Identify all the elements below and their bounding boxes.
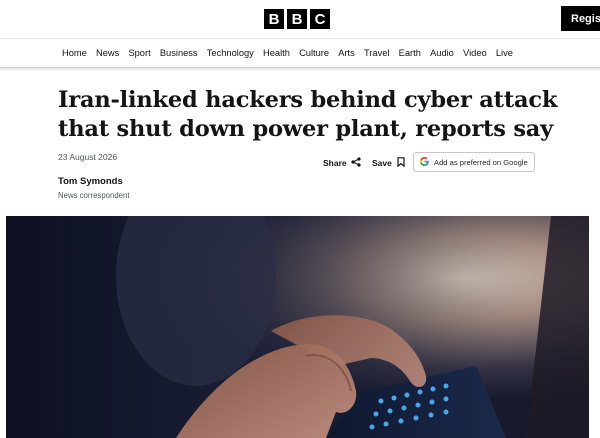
nav-item-sport[interactable]: Sport (128, 48, 150, 58)
share-icon (351, 157, 361, 169)
bbc-logo[interactable]: B B C (264, 9, 330, 29)
logo-letter: B (264, 9, 284, 29)
headline-line-1: Iran-linked hackers behind cyber attack (58, 87, 558, 113)
main-nav: Home News Sport Business Technology Heal… (0, 38, 600, 68)
add-preferred-google-button[interactable]: Add as preferred on Google (413, 152, 535, 172)
nav-item-live[interactable]: Live (496, 48, 513, 58)
google-button-label: Add as preferred on Google (434, 157, 528, 167)
nav-item-audio[interactable]: Audio (430, 48, 454, 58)
author-role: News correspondent (58, 191, 130, 200)
google-icon (419, 156, 429, 168)
headline-line-2: that shut down power plant, reports say (58, 116, 554, 142)
nav-item-arts[interactable]: Arts (338, 48, 355, 58)
nav-shadow (0, 68, 600, 72)
nav-item-earth[interactable]: Earth (399, 48, 421, 58)
nav-item-home[interactable]: Home (62, 48, 87, 58)
share-button[interactable]: Share (323, 157, 361, 169)
nav-item-health[interactable]: Health (263, 48, 290, 58)
nav-list: Home News Sport Business Technology Heal… (62, 39, 522, 67)
save-button[interactable]: Save (372, 157, 405, 169)
publish-date: 23 August 2026 (58, 152, 118, 162)
hands-typing-on-keyboard-icon (6, 216, 589, 438)
article-headline: Iran-linked hackers behind cyber attack … (58, 86, 578, 144)
hero-image (6, 216, 589, 438)
bookmark-icon (397, 157, 405, 169)
nav-item-video[interactable]: Video (463, 48, 487, 58)
nav-item-business[interactable]: Business (160, 48, 198, 58)
nav-item-travel[interactable]: Travel (364, 48, 390, 58)
top-bar: B B C Regist (0, 0, 600, 38)
nav-item-technology[interactable]: Technology (207, 48, 254, 58)
share-label: Share (323, 158, 347, 168)
nav-item-news[interactable]: News (96, 48, 119, 58)
logo-letter: B (287, 9, 307, 29)
nav-item-culture[interactable]: Culture (299, 48, 329, 58)
author-name[interactable]: Tom Symonds (58, 176, 123, 187)
logo-letter: C (310, 9, 330, 29)
save-label: Save (372, 158, 392, 168)
register-button[interactable]: Regist (561, 6, 600, 31)
